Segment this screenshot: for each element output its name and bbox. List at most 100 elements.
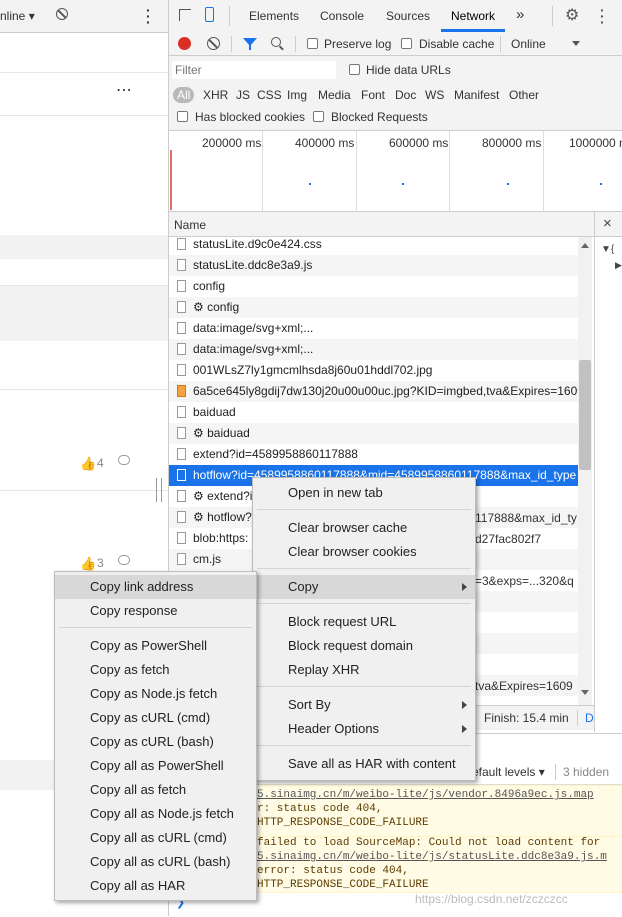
warning-link[interactable]: 5.sinaimg.cn/m/weibo-lite/js/vendor.8496… [257, 789, 594, 801]
menu-item-label: Clear browser cache [288, 520, 408, 535]
block-icon[interactable] [56, 8, 68, 20]
hide-data-urls-label: Hide data URLs [366, 63, 451, 77]
filter-type-all[interactable]: All [173, 87, 195, 103]
log-levels-select[interactable]: efault levels ▾ [472, 765, 545, 779]
menu-item-label: Copy all as cURL (bash) [90, 854, 231, 869]
table-row[interactable]: statusLite.ddc8e3a9.js [169, 255, 578, 276]
scroll-up-arrow[interactable] [581, 243, 589, 248]
filter-type-ws[interactable]: WS [425, 88, 444, 102]
request-name: ⚙ hotflow? [193, 510, 252, 524]
tab-elements[interactable]: Elements [249, 9, 299, 23]
table-row[interactable]: data:image/svg+xml;... [169, 318, 578, 339]
clear-icon[interactable] [207, 37, 220, 50]
more-icon[interactable]: ⋯ [116, 80, 132, 100]
menu-clear-browser-cache[interactable]: Clear browser cache [253, 516, 475, 540]
page-toolbar: nline ▾ · · · [0, 0, 168, 33]
timeline-gridline [262, 131, 263, 211]
request-name: baiduad [193, 405, 236, 419]
close-icon[interactable]: × [603, 215, 612, 232]
filter-type-font[interactable]: Font [361, 88, 385, 102]
has-blocked-cookies-checkbox[interactable] [177, 111, 188, 122]
device-toggle-icon[interactable] [205, 7, 214, 22]
table-row[interactable]: data:image/svg+xml;... [169, 339, 578, 360]
divider [231, 36, 232, 52]
menu-copy-as-curl-bash[interactable]: Copy as cURL (bash) [55, 730, 256, 754]
tree-toggle[interactable]: ▼{ [601, 244, 614, 255]
timeline-dot [309, 183, 311, 185]
chevron-down-icon[interactable] [572, 41, 580, 46]
menu-copy-all-as-fetch[interactable]: Copy all as fetch [55, 778, 256, 802]
scroll-down-arrow[interactable] [581, 690, 589, 695]
divider [552, 6, 553, 26]
warning-link[interactable]: 5.sinaimg.cn/m/weibo-lite/js/statusLite.… [257, 851, 607, 863]
record-icon[interactable] [178, 37, 191, 50]
filter-type-other[interactable]: Other [509, 88, 539, 102]
tab-sources[interactable]: Sources [386, 9, 430, 23]
more-tabs-button[interactable]: » [516, 6, 524, 23]
gear-icon[interactable]: ⚙ [565, 5, 579, 25]
request-list-scrollbar[interactable] [578, 237, 592, 707]
tab-console[interactable]: Console [320, 9, 364, 23]
request-name: 6a5ce645ly8gdij7dw130j20u00u00uc.jpg?KID… [193, 384, 578, 398]
menu-item-label: Copy as Node.js fetch [90, 686, 218, 701]
table-row[interactable]: statusLite.d9c0e424.css [169, 234, 578, 255]
table-row[interactable]: 6a5ce645ly8gdij7dw130j20u00u00uc.jpg?KID… [169, 381, 578, 402]
filter-input[interactable] [172, 61, 336, 79]
tab-network[interactable]: Network [451, 9, 495, 23]
filter-type-doc[interactable]: Doc [395, 88, 416, 102]
menu-header-options[interactable]: Header Options [253, 717, 475, 741]
tree-toggle[interactable]: ▶ [615, 260, 622, 271]
menu-separator [257, 603, 471, 604]
table-row[interactable]: 001WLsZ7ly1gmcmlhsda8j60u01hddl702.jpg [169, 360, 578, 381]
menu-copy-link-address[interactable]: Copy link address [55, 575, 256, 599]
throttling-select[interactable]: Online [511, 37, 546, 51]
warning-text: HTTP_RESPONSE_CODE_FAILURE [257, 879, 429, 891]
comment-icon[interactable] [118, 455, 130, 465]
comment-icon[interactable] [118, 555, 130, 565]
menu-copy-as-powershell[interactable]: Copy as PowerShell [55, 634, 256, 658]
menu-copy-as-nodejs-fetch[interactable]: Copy as Node.js fetch [55, 682, 256, 706]
splitter-handle[interactable] [156, 478, 162, 502]
details-pane: × ▼{ ▶ [594, 212, 622, 732]
preserve-log-checkbox[interactable] [307, 38, 318, 49]
like-icon[interactable]: 👍 [80, 556, 96, 572]
menu-copy-response[interactable]: Copy response [55, 599, 256, 623]
vertical-dots-icon[interactable]: · · · [146, 3, 151, 29]
menu-copy-all-as-har[interactable]: Copy all as HAR [55, 874, 256, 898]
table-row[interactable]: baiduad [169, 402, 578, 423]
inspect-icon[interactable] [179, 9, 191, 21]
menu-block-request-domain[interactable]: Block request domain [253, 634, 475, 658]
scrollbar-thumb[interactable] [579, 360, 591, 470]
hide-data-urls-checkbox[interactable] [349, 64, 360, 75]
menu-copy-as-curl-cmd[interactable]: Copy as cURL (cmd) [55, 706, 256, 730]
throttle-select[interactable]: nline ▾ [0, 9, 35, 23]
menu-copy[interactable]: Copy [253, 575, 475, 599]
filter-type-media[interactable]: Media [318, 88, 351, 102]
disable-cache-checkbox[interactable] [401, 38, 412, 49]
menu-copy-as-fetch[interactable]: Copy as fetch [55, 658, 256, 682]
filter-type-css[interactable]: CSS [257, 88, 282, 102]
table-row[interactable]: config [169, 276, 578, 297]
menu-clear-browser-cookies[interactable]: Clear browser cookies [253, 540, 475, 564]
file-icon [177, 238, 186, 250]
filter-type-xhr[interactable]: XHR [203, 88, 228, 102]
menu-block-request-url[interactable]: Block request URL [253, 610, 475, 634]
filter-type-js[interactable]: JS [236, 88, 250, 102]
filter-type-manifest[interactable]: Manifest [454, 88, 499, 102]
blocked-requests-checkbox[interactable] [313, 111, 324, 122]
table-row[interactable]: ⚙ baiduad [169, 423, 578, 444]
menu-copy-all-as-nodejs-fetch[interactable]: Copy all as Node.js fetch [55, 802, 256, 826]
menu-copy-all-as-curl-bash[interactable]: Copy all as cURL (bash) [55, 850, 256, 874]
menu-copy-all-as-powershell[interactable]: Copy all as PowerShell [55, 754, 256, 778]
table-row[interactable]: ⚙ config [169, 297, 578, 318]
vertical-dots-icon[interactable]: · · · [600, 3, 605, 29]
menu-copy-all-as-curl-cmd[interactable]: Copy all as cURL (cmd) [55, 826, 256, 850]
table-row[interactable]: extend?id=4589958860117888 [169, 444, 578, 465]
menu-sort-by[interactable]: Sort By [253, 693, 475, 717]
like-icon[interactable]: 👍 [80, 456, 96, 472]
menu-save-all-as-har[interactable]: Save all as HAR with content [253, 752, 475, 776]
menu-replay-xhr[interactable]: Replay XHR [253, 658, 475, 682]
filter-type-img[interactable]: Img [287, 88, 307, 102]
finish-time: Finish: 15.4 min [484, 711, 569, 725]
menu-open-in-new-tab[interactable]: Open in new tab [253, 481, 475, 505]
